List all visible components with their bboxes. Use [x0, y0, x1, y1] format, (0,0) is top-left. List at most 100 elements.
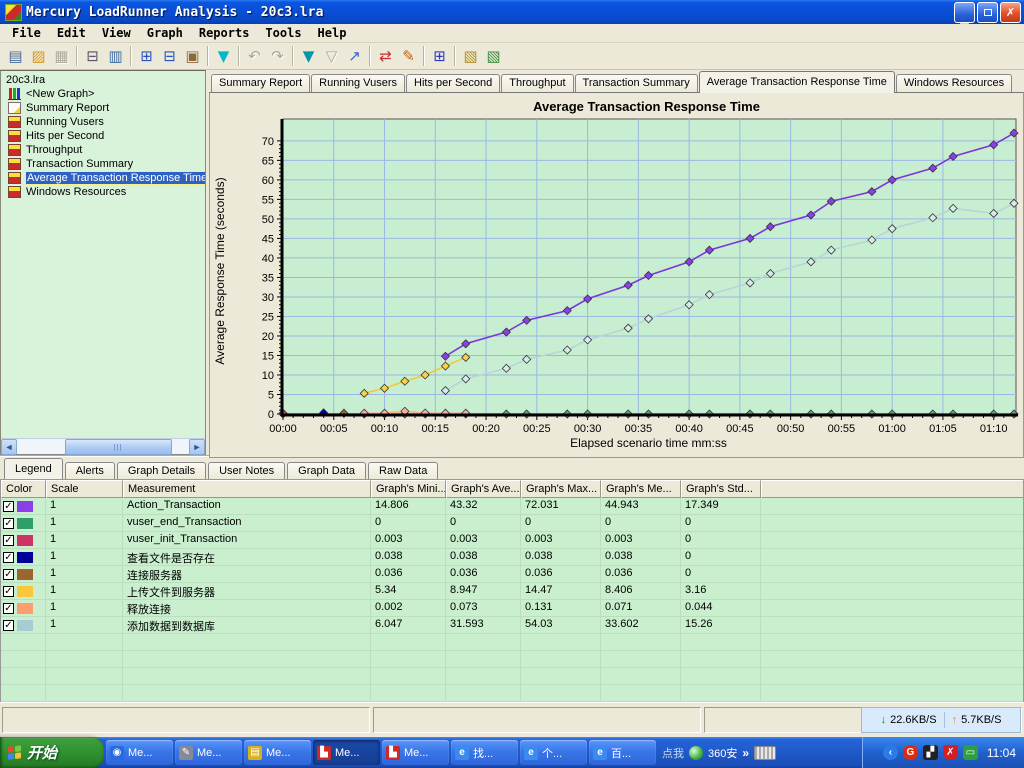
restore-button[interactable]	[977, 2, 998, 23]
sidebar-item-new-graph[interactable]: <New Graph>	[6, 87, 205, 101]
legend-tab-legend[interactable]: Legend	[4, 458, 63, 479]
new-session-button[interactable]: ▤	[4, 45, 27, 67]
tree-hscrollbar[interactable]: ◄ ►	[1, 438, 205, 454]
remove-graph-button[interactable]: ⊟	[158, 45, 181, 67]
tab-throughput[interactable]: Throughput	[501, 74, 573, 92]
measurement-checkbox[interactable]: ✓	[3, 603, 14, 614]
tree-root[interactable]: 20c3.lra	[4, 73, 205, 87]
close-button[interactable]: ✗	[1000, 2, 1021, 23]
measurement-checkbox[interactable]: ✓	[3, 569, 14, 580]
measurement-checkbox[interactable]: ✓	[3, 518, 14, 529]
legend-tab-graph-details[interactable]: Graph Details	[117, 462, 206, 479]
keyboard-layout-icon[interactable]	[754, 746, 776, 760]
sidebar-item-transaction-summary[interactable]: Transaction Summary	[6, 157, 205, 171]
sidebar-item-hits-per-second[interactable]: Hits per Second	[6, 129, 205, 143]
start-button[interactable]: 开始	[0, 737, 104, 768]
legend-row[interactable]: ✓1Action_Transaction14.80643.3272.03144.…	[1, 498, 1023, 515]
menu-graph[interactable]: Graph	[139, 25, 191, 41]
color-cell: ✓	[1, 515, 46, 531]
measurement-checkbox[interactable]: ✓	[3, 535, 14, 546]
task-button-3[interactable]: ▤Me...	[244, 740, 311, 765]
scroll-thumb[interactable]	[65, 439, 172, 455]
360-label[interactable]: 360安	[708, 745, 737, 761]
task-button-2[interactable]: ✎Me...	[175, 740, 242, 765]
task-button-1[interactable]: ◉Me...	[106, 740, 173, 765]
task-button-4[interactable]: ▙Me...	[313, 740, 380, 765]
quick-text[interactable]: 点我	[662, 745, 684, 761]
measurement-checkbox[interactable]: ✓	[3, 552, 14, 563]
measurement-checkbox[interactable]: ✓	[3, 501, 14, 512]
menu-edit[interactable]: Edit	[49, 25, 94, 41]
scroll-track[interactable]	[17, 439, 189, 454]
drill-down-button[interactable]: ▧	[482, 45, 505, 67]
print-button[interactable]: ⊟	[81, 45, 104, 67]
thunder-icon[interactable]: G	[903, 745, 918, 760]
task-button-6[interactable]: e找...	[451, 740, 518, 765]
legend-row[interactable]: ✓1连接服务器0.0360.0360.0360.0360	[1, 566, 1023, 583]
column-header-graph-s-mini[interactable]: Graph's Mini...	[371, 480, 446, 498]
task-button-8[interactable]: e百...	[589, 740, 656, 765]
column-header-graph-s-max[interactable]: Graph's Max...	[521, 480, 601, 498]
column-header-graph-s-std[interactable]: Graph's Std...	[681, 480, 761, 498]
task-button-7[interactable]: e个...	[520, 740, 587, 765]
annotate-graph-button[interactable]: ▧	[459, 45, 482, 67]
merge-graphs-button[interactable]: ↗	[343, 45, 366, 67]
auto-correlate-button[interactable]: ✎	[397, 45, 420, 67]
response-time-chart[interactable]: 051015202530354045505560657000:0000:0500…	[210, 114, 1022, 454]
legend-tab-graph-data[interactable]: Graph Data	[287, 462, 366, 479]
tab-summary-report[interactable]: Summary Report	[211, 74, 310, 92]
menu-view[interactable]: View	[94, 25, 139, 41]
language-bar-icon[interactable]: ‹	[883, 745, 898, 760]
legend-row[interactable]: ✓1vuser_end_Transaction00000	[1, 515, 1023, 532]
scroll-left-button[interactable]: ◄	[1, 439, 17, 455]
cross-with-result-button[interactable]: ⇄	[374, 45, 397, 67]
drive-icon[interactable]: ▭	[963, 745, 978, 760]
measurement-checkbox[interactable]: ✓	[3, 586, 14, 597]
sidebar-item-running-vusers[interactable]: Running Vusers	[6, 115, 205, 129]
add-graph-button[interactable]: ⊞	[135, 45, 158, 67]
pet-icon[interactable]: ▞	[923, 745, 938, 760]
open-file-button[interactable]: ▨	[27, 45, 50, 67]
tab-transaction-summary[interactable]: Transaction Summary	[575, 74, 698, 92]
scroll-right-button[interactable]: ►	[189, 439, 205, 455]
sidebar-item-windows-resources[interactable]: Windows Resources	[6, 185, 205, 199]
set-filter-button[interactable]: ▼	[212, 45, 235, 67]
session-tree-panel: 20c3.lra<New Graph>Summary ReportRunning…	[0, 70, 206, 455]
menu-help[interactable]: Help	[310, 25, 355, 41]
column-header-graph-s-ave[interactable]: Graph's Ave...	[446, 480, 521, 498]
tab-running-vusers[interactable]: Running Vusers	[311, 74, 405, 92]
legend-tab-alerts[interactable]: Alerts	[65, 462, 115, 479]
chevron-more-icon[interactable]: »	[742, 746, 749, 760]
tab-windows-resources[interactable]: Windows Resources	[896, 74, 1012, 92]
report-wizard-button[interactable]: ▣	[181, 45, 204, 67]
column-header-measurement[interactable]: Measurement	[123, 480, 371, 498]
sidebar-item-summary-report[interactable]: Summary Report	[6, 101, 205, 115]
legend-row[interactable]: ✓1上传文件到服务器5.348.94714.478.4063.16	[1, 583, 1023, 600]
global-filter-button[interactable]: ▼	[297, 45, 320, 67]
task-button-5[interactable]: ▙Me...	[382, 740, 449, 765]
legend-row[interactable]: ✓1vuser_init_Transaction0.0030.0030.0030…	[1, 532, 1023, 549]
measurement-checkbox[interactable]: ✓	[3, 620, 14, 631]
legend-row[interactable]: ✓1查看文件是否存在0.0380.0380.0380.0380	[1, 549, 1023, 566]
legend-row[interactable]: ✓1释放连接0.0020.0730.1310.0710.044	[1, 600, 1023, 617]
tab-average-transaction-response-time[interactable]: Average Transaction Response Time	[699, 71, 895, 93]
legend-tab-user-notes[interactable]: User Notes	[208, 462, 285, 479]
view-data-grid-button[interactable]: ⊞	[428, 45, 451, 67]
column-header-graph-s-me[interactable]: Graph's Me...	[601, 480, 681, 498]
measurement-cell: 上传文件到服务器	[123, 583, 371, 599]
sidebar-item-throughput[interactable]: Throughput	[6, 143, 205, 157]
menu-tools[interactable]: Tools	[257, 25, 309, 41]
sidebar-item-average-transaction-response-time[interactable]: Average Transaction Response Time	[6, 171, 205, 185]
security-shield-icon[interactable]: ✗	[943, 745, 958, 760]
column-header-color[interactable]: Color	[1, 480, 46, 498]
legend-row[interactable]: ✓1添加数据到数据库6.04731.59354.0333.60215.26	[1, 617, 1023, 634]
print-preview-button[interactable]: ▥	[104, 45, 127, 67]
menu-file[interactable]: File	[4, 25, 49, 41]
column-header-scale[interactable]: Scale	[46, 480, 123, 498]
min-cell: 5.34	[371, 583, 446, 599]
tab-hits-per-second[interactable]: Hits per Second	[406, 74, 500, 92]
legend-tab-raw-data[interactable]: Raw Data	[368, 462, 438, 479]
360-safe-icon[interactable]	[689, 746, 703, 760]
menu-reports[interactable]: Reports	[191, 25, 258, 41]
minimize-button[interactable]: ▁	[954, 2, 975, 23]
